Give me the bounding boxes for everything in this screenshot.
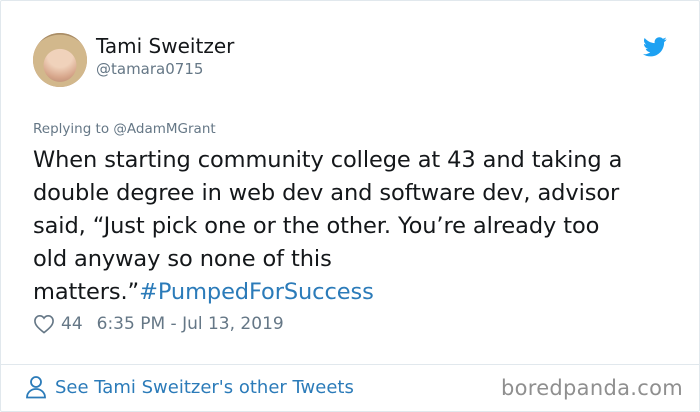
author-handle[interactable]: @tamara0715 [96, 60, 203, 78]
avatar-hair [33, 33, 87, 87]
tweet-text-line: old anyway so none of this [33, 246, 332, 272]
tweet-text-line: matters.” [33, 279, 140, 305]
heart-icon[interactable] [33, 314, 55, 334]
twitter-bird-icon[interactable] [643, 37, 667, 57]
avatar[interactable] [33, 33, 87, 87]
tweet-timestamp[interactable]: 6:35 PM - Jul 13, 2019 [97, 314, 284, 334]
tweet-text-line: double degree in web dev and software de… [33, 180, 620, 206]
tweet-meta: 44 6:35 PM - Jul 13, 2019 [33, 314, 284, 334]
person-icon [26, 376, 46, 399]
footer-divider [1, 364, 699, 365]
tweet-text-line-last: matters.”#PumpedForSuccess [33, 276, 673, 309]
reply-to-label[interactable]: Replying to @AdamMGrant [33, 121, 216, 137]
hashtag-link[interactable]: #PumpedForSuccess [139, 279, 374, 305]
tweet-card: Tami Sweitzer @tamara0715 Replying to @A… [0, 0, 700, 412]
see-other-tweets-link[interactable]: See Tami Sweitzer's other Tweets [25, 375, 354, 399]
tweet-text-line: said, “Just pick one or the other. You’r… [33, 213, 600, 239]
like-count: 44 [61, 314, 83, 334]
see-other-tweets-label: See Tami Sweitzer's other Tweets [55, 376, 354, 398]
watermark: boredpanda.com [500, 376, 683, 400]
author-display-name[interactable]: Tami Sweitzer [96, 34, 234, 58]
tweet-text: When starting community college at 43 an… [33, 144, 673, 309]
tweet-text-line: When starting community college at 43 an… [33, 147, 623, 173]
